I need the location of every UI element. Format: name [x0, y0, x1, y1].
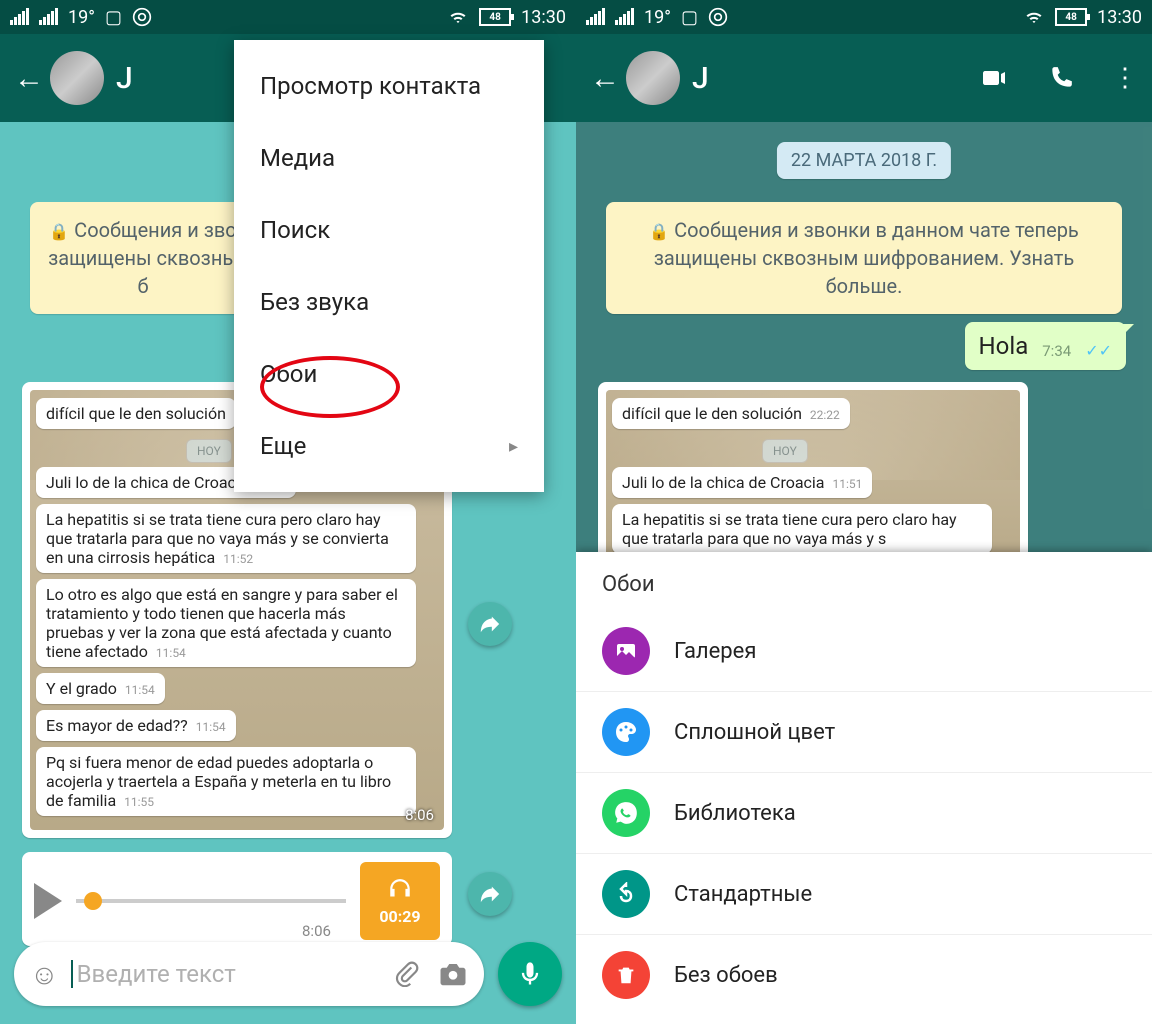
sheet-no-wallpaper[interactable]: Без обоев: [576, 934, 1152, 1015]
avatar[interactable]: [50, 51, 104, 105]
image-message[interactable]: difícil que le den solución22:22 HOY Jul…: [598, 382, 1028, 576]
sheet-solid-color[interactable]: Сплошной цвет: [576, 691, 1152, 772]
sheet-library[interactable]: Библиотека: [576, 772, 1152, 853]
chrome-icon: [132, 7, 152, 27]
signal-icon: [39, 9, 58, 25]
input-placeholder: Введите текст: [71, 960, 394, 988]
sheet-gallery[interactable]: Галерея: [576, 611, 1152, 691]
wallpaper-sheet: Обои Галерея Сплошной цвет Библиотека Ст…: [576, 552, 1152, 1024]
outgoing-message[interactable]: Hola 7:34 ✓✓: [965, 322, 1126, 370]
signal-icon: [10, 9, 29, 25]
menu-media[interactable]: Медиа: [234, 122, 544, 194]
audio-track[interactable]: [76, 899, 346, 903]
back-button[interactable]: ←: [14, 61, 44, 96]
palette-icon: [602, 708, 650, 756]
message-input[interactable]: ☺ Введите текст: [14, 942, 484, 1006]
chevron-right-icon: ▸: [509, 436, 518, 457]
emoji-icon[interactable]: ☺: [30, 958, 59, 991]
topbar: ← J ⋮: [576, 34, 1152, 122]
play-icon[interactable]: [34, 883, 62, 919]
forward-button[interactable]: [468, 872, 512, 916]
menu-more[interactable]: Еще▸: [234, 410, 544, 482]
lock-icon: 🔒: [649, 222, 669, 241]
gallery-icon: [602, 627, 650, 675]
read-ticks-icon: ✓✓: [1085, 341, 1112, 360]
whatsapp-icon: [602, 789, 650, 837]
status-bar: 19° ▢ 48 13:30: [576, 0, 1152, 34]
attach-icon[interactable]: [394, 961, 420, 987]
trash-icon: [602, 951, 650, 999]
image-icon: ▢: [105, 7, 122, 28]
headphone-badge: 00:29: [360, 862, 440, 940]
audio-message[interactable]: 00:29 8:06: [22, 852, 452, 946]
menu-wallpaper[interactable]: Обои: [234, 338, 544, 410]
more-icon[interactable]: ⋮: [1112, 63, 1138, 93]
battery-icon: 48: [479, 8, 511, 26]
voice-call-icon[interactable]: [1048, 65, 1074, 91]
wifi-icon: [1023, 8, 1045, 26]
restore-icon: [602, 870, 650, 918]
menu-view-contact[interactable]: Просмотр контакта: [234, 50, 544, 122]
signal-icon: [586, 9, 605, 25]
forward-button[interactable]: [468, 602, 512, 646]
camera-icon[interactable]: [438, 959, 468, 989]
mic-button[interactable]: [498, 942, 562, 1006]
encryption-notice[interactable]: 🔒 Сообщения и зво защищены сквозны б: [30, 202, 256, 314]
date-pill: 22 МАРТА 2018 Г.: [777, 142, 951, 179]
battery-icon: 48: [1055, 8, 1087, 26]
menu-mute[interactable]: Без звука: [234, 266, 544, 338]
image-icon: ▢: [681, 7, 698, 28]
back-button[interactable]: ←: [590, 61, 620, 96]
temperature: 19°: [68, 7, 95, 28]
status-bar: 19° ▢ 48 13:30: [0, 0, 576, 34]
temperature: 19°: [644, 7, 671, 28]
menu-search[interactable]: Поиск: [234, 194, 544, 266]
sheet-default[interactable]: Стандартные: [576, 853, 1152, 934]
contact-name[interactable]: J: [692, 61, 709, 96]
dropdown-menu: Просмотр контакта Медиа Поиск Без звука …: [234, 40, 544, 492]
signal-icon: [615, 9, 634, 25]
encryption-notice[interactable]: 🔒 Сообщения и звонки в данном чате тепер…: [606, 202, 1122, 314]
video-call-icon[interactable]: [978, 66, 1010, 90]
chrome-icon: [708, 7, 728, 27]
clock: 13:30: [1097, 7, 1142, 28]
lock-icon: 🔒: [49, 222, 69, 241]
contact-name[interactable]: J: [116, 61, 133, 96]
sheet-title: Обои: [576, 552, 1152, 611]
wifi-icon: [447, 8, 469, 26]
avatar[interactable]: [626, 51, 680, 105]
clock: 13:30: [521, 7, 566, 28]
